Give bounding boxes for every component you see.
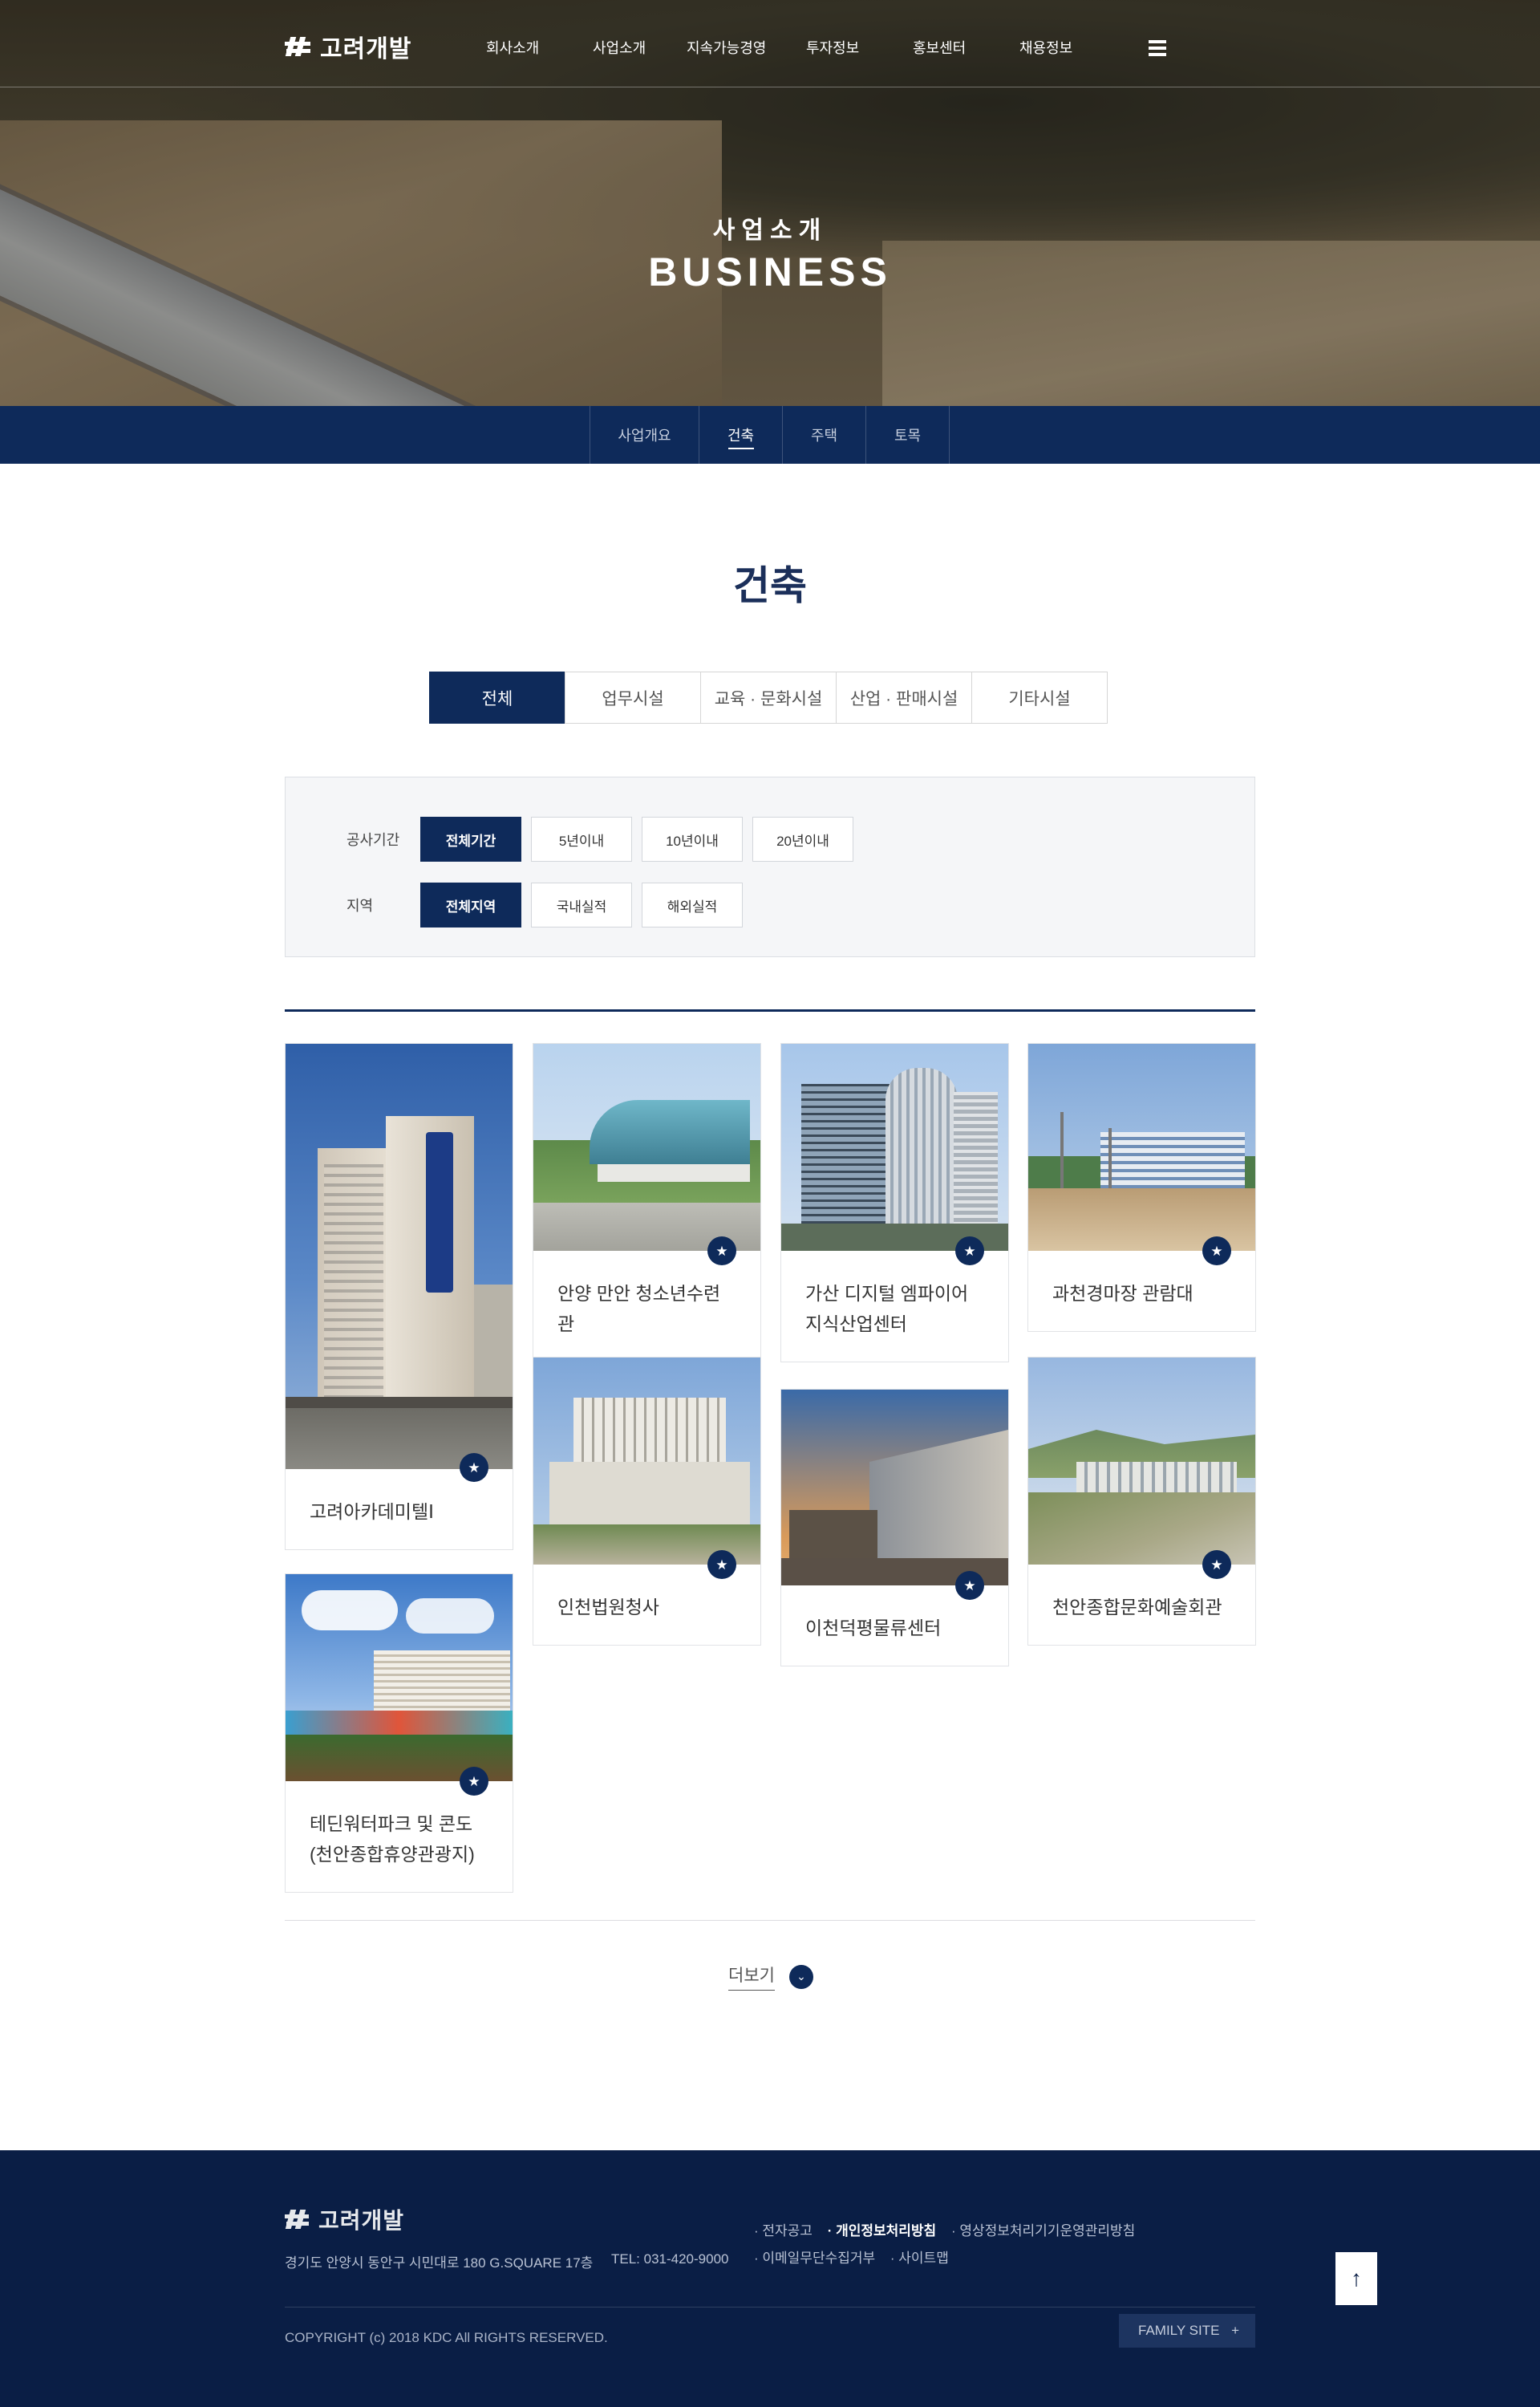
period-20y-button[interactable]: 20년이내 <box>752 817 853 862</box>
tab-office[interactable]: 업무시설 <box>565 672 701 724</box>
footer-logo-text: 고려개발 <box>318 2208 405 2233</box>
project-image <box>286 1044 513 1469</box>
footer-copyright: COPYRIGHT (c) 2018 KDC All RIGHTS RESERV… <box>285 2330 608 2345</box>
footer-address: 경기도 안양시 동안구 시민대로 180 G.SQUARE 17층 <box>285 2255 594 2271</box>
footer-link-cctv[interactable]: · 영상정보처리기기운영관리방침 <box>951 2223 1135 2239</box>
tab-education-culture[interactable]: 교육 · 문화시설 <box>700 672 837 724</box>
period-all-button[interactable]: 전체기간 <box>420 817 521 862</box>
logo-mark-icon <box>285 34 314 59</box>
hero-subtitle: 사업소개 <box>712 217 828 244</box>
logo-text: 고려개발 <box>320 36 412 63</box>
project-card[interactable]: ★ 과천경마장 관람대 <box>1027 1043 1256 1332</box>
region-domestic-button[interactable]: 국내실적 <box>531 883 632 927</box>
nav-pr-center[interactable]: 홍보센터 <box>913 37 966 58</box>
chevron-down-icon: ⌄ <box>788 1964 813 1989</box>
star-icon: ★ <box>955 1236 984 1265</box>
filter-period-row: 공사기간 전체기간 5년이내 10년이내 20년이내 <box>286 817 863 862</box>
project-image <box>1028 1044 1255 1251</box>
project-image <box>781 1390 1008 1585</box>
filter-region-row: 지역 전체지역 국내실적 해외실적 <box>286 883 752 927</box>
region-all-button[interactable]: 전체지역 <box>420 883 521 927</box>
project-card[interactable]: ★ 이천덕평물류센터 <box>780 1389 1009 1666</box>
star-icon: ★ <box>1202 1550 1231 1579</box>
tab-industry-retail[interactable]: 산업 · 판매시설 <box>836 672 972 724</box>
star-icon: ★ <box>460 1453 488 1482</box>
footer-divider <box>285 2307 1255 2308</box>
region-overseas-button[interactable]: 해외실적 <box>642 883 743 927</box>
filter-region-label: 지역 <box>346 898 374 914</box>
period-5y-button[interactable]: 5년이내 <box>531 817 632 862</box>
period-10y-button[interactable]: 10년이내 <box>642 817 743 862</box>
star-icon: ★ <box>955 1571 984 1600</box>
nav-sustainability[interactable]: 지속가능경영 <box>687 37 766 58</box>
star-icon: ★ <box>707 1550 736 1579</box>
project-card[interactable]: ★ 안양 만안 청소년수련관 <box>533 1043 761 1362</box>
filter-box: 공사기간 전체기간 5년이내 10년이내 20년이내 지역 전체지역 국내실적 … <box>285 777 1255 957</box>
project-image <box>1028 1358 1255 1565</box>
footer: 고려개발 경기도 안양시 동안구 시민대로 180 G.SQUARE 17층 T… <box>0 2150 1540 2407</box>
footer-tel: TEL: 031-420-9000 <box>611 2251 729 2267</box>
list-bottom-divider <box>285 1920 1255 1921</box>
star-icon: ★ <box>707 1236 736 1265</box>
footer-links: · 전자공고 · 개인정보처리방침 · 영상정보처리기기운영관리방침 · 이메일… <box>754 2218 1203 2272</box>
project-image <box>781 1044 1008 1251</box>
more-button[interactable]: 더보기 ⌄ <box>728 1963 813 1991</box>
site-logo[interactable]: 고려개발 <box>285 32 412 63</box>
footer-link-sitemap[interactable]: · 사이트맵 <box>890 2251 949 2266</box>
page: 고려개발 회사소개 사업소개 지속가능경영 투자정보 홍보센터 채용정보 사업소… <box>0 0 1540 2407</box>
plus-icon: + <box>1231 2323 1239 2338</box>
nav-company[interactable]: 회사소개 <box>486 37 539 58</box>
hero-banner: 고려개발 회사소개 사업소개 지속가능경영 투자정보 홍보센터 채용정보 사업소… <box>0 0 1540 406</box>
project-card[interactable]: ★ 테딘워터파크 및 콘도(천안종합휴양관광지) <box>285 1573 513 1893</box>
project-card[interactable]: ★ 천안종합문화예술회관 <box>1027 1357 1256 1646</box>
nav-business[interactable]: 사업소개 <box>593 37 646 58</box>
hero-overlay <box>0 0 1540 406</box>
star-icon: ★ <box>1202 1236 1231 1265</box>
star-icon: ★ <box>460 1767 488 1796</box>
footer-logo[interactable]: 고려개발 <box>285 2203 404 2235</box>
hero-title: BUSINESS <box>648 250 892 294</box>
project-title: 가산 디지털 엠파이어 지식산업센터 <box>805 1283 969 1334</box>
scroll-top-arrow-icon[interactable]: ↑ <box>1335 2252 1377 2305</box>
footer-link-notice[interactable]: · 전자공고 <box>754 2223 813 2239</box>
tab-all[interactable]: 전체 <box>429 672 565 724</box>
family-site-select[interactable]: FAMILY SITE + <box>1119 2314 1255 2348</box>
footer-link-privacy[interactable]: · 개인정보처리방침 <box>828 2223 937 2239</box>
project-image <box>533 1044 760 1251</box>
project-image <box>286 1574 513 1781</box>
project-title: 안양 만안 청소년수련관 <box>557 1283 721 1334</box>
project-card[interactable]: ★ 가산 디지털 엠파이어 지식산업센터 <box>780 1043 1009 1362</box>
logo-mark-icon <box>285 2207 312 2231</box>
list-top-divider <box>285 1009 1255 1012</box>
menu-icon[interactable] <box>1149 40 1166 56</box>
nav-investor[interactable]: 투자정보 <box>806 37 859 58</box>
subnav-civil[interactable]: 토목 <box>866 406 950 464</box>
project-title: 테딘워터파크 및 콘도(천안종합휴양관광지) <box>310 1813 475 1865</box>
footer-link-email-refusal[interactable]: · 이메일무단수집거부 <box>754 2251 875 2266</box>
project-card[interactable]: ★ 인천법원청사 <box>533 1357 761 1646</box>
subnav-housing[interactable]: 주택 <box>783 406 866 464</box>
filter-period-label: 공사기간 <box>346 832 400 848</box>
sub-nav: 사업개요 건축 주택 토목 <box>0 406 1540 464</box>
family-site-label: FAMILY SITE <box>1138 2323 1220 2338</box>
project-card[interactable]: ★ 고려아카데미텔Ⅰ <box>285 1043 513 1550</box>
more-label: 더보기 <box>728 1963 775 1991</box>
tab-other[interactable]: 기타시설 <box>971 672 1108 724</box>
project-image <box>533 1358 760 1565</box>
subnav-overview[interactable]: 사업개요 <box>590 406 699 464</box>
subnav-architecture[interactable]: 건축 <box>699 406 783 464</box>
category-tabs: 전체 업무시설 교육 · 문화시설 산업 · 판매시설 기타시설 <box>429 672 1108 724</box>
page-title: 건축 <box>733 563 807 608</box>
nav-recruit[interactable]: 채용정보 <box>1019 37 1072 58</box>
